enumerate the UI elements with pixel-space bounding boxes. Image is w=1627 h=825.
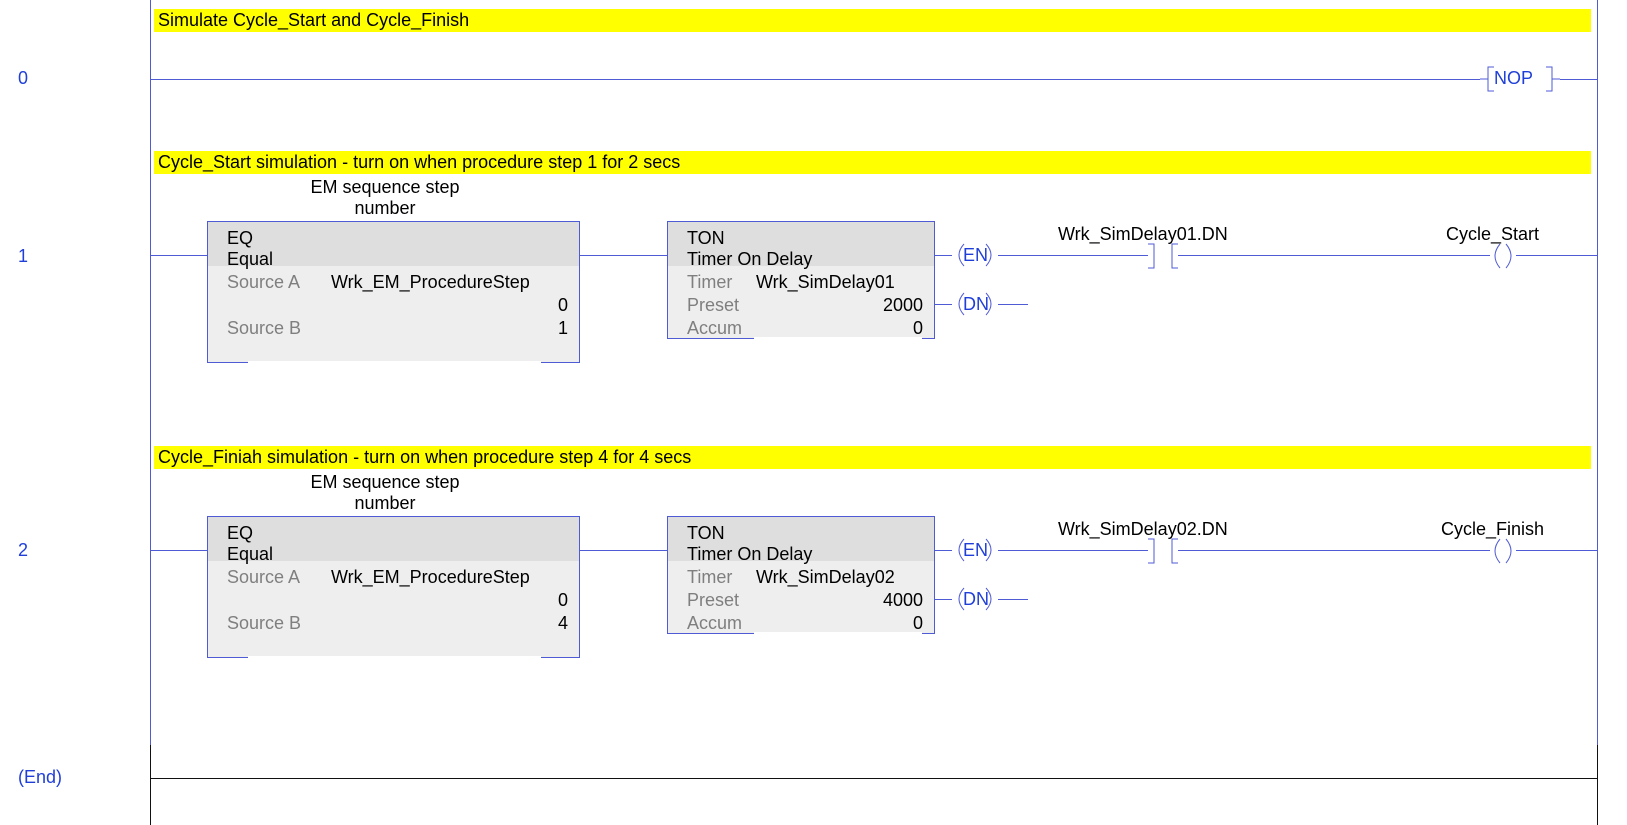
rung-wire-2-dn-tail (998, 599, 1028, 600)
ton-instruction-1[interactable]: TON Timer On Delay Timer Wrk_SimDelay01 … (667, 221, 935, 339)
rung-comment-0[interactable]: Simulate Cycle_Start and Cycle_Finish (154, 9, 1591, 32)
ton-timer-label: Timer (687, 567, 733, 587)
eq-title: Equal (227, 544, 274, 564)
eq-mnemonic: EQ (227, 523, 254, 543)
eq-source-a-value: 0 (557, 295, 568, 315)
right-power-rail (1597, 0, 1598, 745)
rung-wire-2e (1178, 550, 1490, 551)
ton-timer-tag[interactable]: Wrk_SimDelay01 (756, 271, 895, 293)
contact-tag-2[interactable]: Wrk_SimDelay02.DN (1058, 519, 1228, 540)
ton-title: Timer On Delay (687, 249, 813, 269)
nop-label: NOP (1494, 68, 1534, 88)
rung-wire-1b (580, 255, 667, 256)
ton-mnemonic: TON (687, 228, 725, 248)
eq-source-a-tag[interactable]: Wrk_EM_ProcedureStep (331, 271, 530, 293)
eq-title: Equal (227, 249, 274, 269)
eq-description-1: EM sequence step number (270, 177, 500, 219)
eq-description-2: EM sequence step number (270, 472, 500, 514)
ton-preset-value[interactable]: 2000 (883, 294, 923, 316)
rung-wire-2f (1516, 550, 1597, 551)
rung-wire-1c (935, 255, 952, 256)
eq-foot-gap (248, 656, 541, 658)
ton-foot-gap (754, 632, 922, 634)
ton-accum-value[interactable]: 0 (913, 317, 923, 339)
eq-source-a-label: Source A (227, 567, 301, 587)
left-power-rail (150, 0, 151, 745)
rung-wire-2a (150, 550, 207, 551)
ton-timer-tag[interactable]: Wrk_SimDelay02 (756, 566, 895, 588)
rung-wire-1-dn-tail (998, 304, 1028, 305)
eq-instruction-1[interactable]: EQ Equal Source A Wrk_EM_ProcedureStep 0… (207, 221, 580, 363)
dn-label-2: DN (963, 589, 989, 609)
eq-foot-gap (248, 361, 541, 363)
ton-accum-value[interactable]: 0 (913, 612, 923, 634)
rung-number-2[interactable]: 2 (18, 540, 28, 561)
coil-tag-2[interactable]: Cycle_Finish (1441, 519, 1544, 540)
rung-wire-1e (1178, 255, 1490, 256)
ton-foot-gap (754, 337, 922, 339)
rung-wire-1f (1516, 255, 1597, 256)
eq-source-a-label: Source A (227, 272, 301, 292)
eq-description-line1: EM sequence step (310, 177, 460, 197)
eq-mnemonic: EQ (227, 228, 254, 248)
xic-contact-1[interactable] (1148, 243, 1178, 269)
eq-source-a-value: 0 (557, 590, 568, 610)
ton-timer-label: Timer (687, 272, 733, 292)
ote-coil-1[interactable] (1490, 243, 1516, 269)
rung-number-0[interactable]: 0 (18, 68, 28, 89)
eq-description-line2: number (354, 493, 416, 513)
rung-wire-2c (935, 550, 952, 551)
rung-number-1[interactable]: 1 (18, 246, 28, 267)
en-label-1: EN (963, 245, 989, 265)
rung-wire-2-dn (935, 599, 952, 600)
ton-preset-label: Preset (687, 295, 740, 315)
ton-mnemonic: TON (687, 523, 725, 543)
eq-description-line1: EM sequence step (310, 472, 460, 492)
xic-contact-2[interactable] (1148, 538, 1178, 564)
contact-tag-1[interactable]: Wrk_SimDelay01.DN (1058, 224, 1228, 245)
ton-instruction-2[interactable]: TON Timer On Delay Timer Wrk_SimDelay02 … (667, 516, 935, 634)
dn-label-1: DN (963, 294, 989, 314)
ton-title: Timer On Delay (687, 544, 813, 564)
ote-coil-2[interactable] (1490, 538, 1516, 564)
en-label-2: EN (963, 540, 989, 560)
rung-wire-2d (998, 550, 1148, 551)
rung-comment-2[interactable]: Cycle_Finiah simulation - turn on when p… (154, 446, 1591, 469)
left-rail-end-segment (150, 745, 151, 825)
rung-wire-1a (150, 255, 207, 256)
ton-accum-label: Accum (687, 318, 743, 338)
eq-description-line2: number (354, 198, 416, 218)
rung-wire-0 (150, 79, 1597, 80)
ton-preset-value[interactable]: 4000 (883, 589, 923, 611)
eq-source-b-label: Source B (227, 613, 302, 633)
right-rail-end-segment (1597, 745, 1598, 825)
eq-source-b-label: Source B (227, 318, 302, 338)
rung-wire-1-dn (935, 304, 952, 305)
rung-wire-2b (580, 550, 667, 551)
end-rung-wire (150, 778, 1597, 779)
eq-source-b-value[interactable]: 1 (558, 317, 568, 339)
rung-wire-1d (998, 255, 1148, 256)
eq-source-b-value[interactable]: 4 (558, 612, 568, 634)
eq-source-a-tag[interactable]: Wrk_EM_ProcedureStep (331, 566, 530, 588)
coil-tag-1[interactable]: Cycle_Start (1446, 224, 1539, 245)
eq-instruction-2[interactable]: EQ Equal Source A Wrk_EM_ProcedureStep 0… (207, 516, 580, 658)
ton-preset-label: Preset (687, 590, 740, 610)
end-rung-label[interactable]: (End) (18, 767, 62, 788)
ton-accum-label: Accum (687, 613, 743, 633)
rung-comment-1[interactable]: Cycle_Start simulation - turn on when pr… (154, 151, 1591, 174)
